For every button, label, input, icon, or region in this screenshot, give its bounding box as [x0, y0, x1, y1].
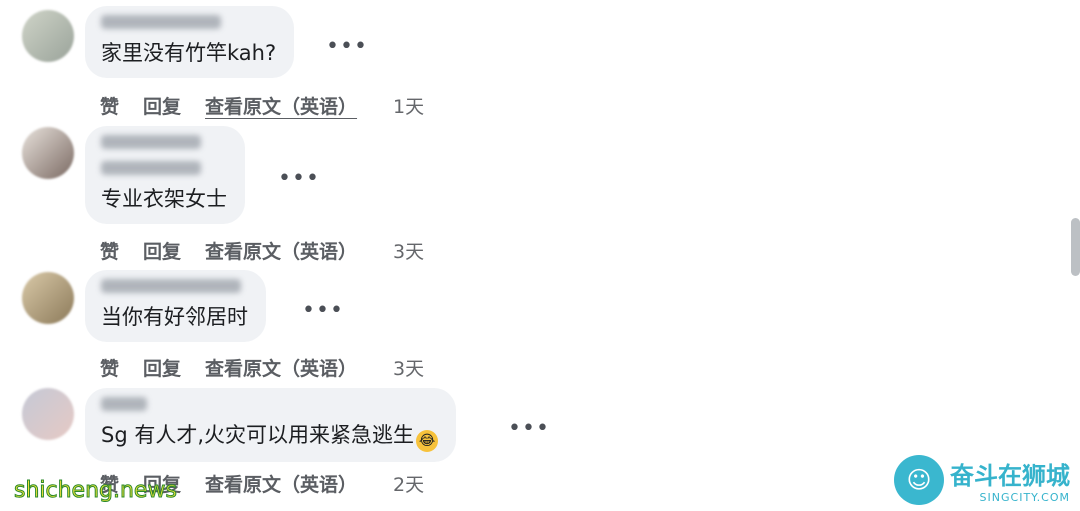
- reply-button[interactable]: 回复: [143, 92, 181, 119]
- comment-actions: 赞 回复 查看原文（英语） 3天: [100, 354, 448, 381]
- see-original-link[interactable]: 查看原文（英语）: [205, 470, 357, 497]
- timestamp[interactable]: 3天: [393, 237, 424, 264]
- lion-logo-icon: ☺: [894, 455, 944, 505]
- like-button[interactable]: 赞: [100, 92, 119, 119]
- author-name-blurred[interactable]: [101, 396, 438, 416]
- avatar[interactable]: [22, 127, 74, 179]
- comment-actions: 赞 回复 查看原文（英语） 3天: [100, 237, 448, 264]
- watermark-brand-en: SINGCITY.COM: [979, 491, 1070, 504]
- see-original-link[interactable]: 查看原文（英语）: [205, 92, 357, 119]
- timestamp[interactable]: 3天: [393, 354, 424, 381]
- reply-button[interactable]: 回复: [143, 354, 181, 381]
- comment-text: Sg 有人才,火灾可以用来紧急逃生 😂: [101, 420, 439, 452]
- watermark-brand-cn: 奋斗在狮城: [950, 462, 1070, 490]
- avatar[interactable]: [22, 10, 74, 62]
- comment-bubble: Sg 有人才,火灾可以用来紧急逃生 😂: [85, 388, 457, 462]
- more-options-icon[interactable]: •••: [326, 34, 368, 59]
- comment-bubble: 家里没有竹竿kah?: [85, 6, 295, 78]
- comment-actions: 赞 回复 查看原文（英语） 1天: [100, 92, 448, 119]
- comment-bubble: 专业衣架女士: [85, 126, 245, 224]
- watermark-right: ☺ 奋斗在狮城 SINGCITY.COM: [894, 455, 1070, 505]
- see-original-link[interactable]: 查看原文（英语）: [205, 354, 357, 381]
- avatar[interactable]: [22, 272, 74, 324]
- author-name-blurred[interactable]: [101, 278, 248, 298]
- author-name-blurred[interactable]: [101, 14, 276, 34]
- more-options-icon[interactable]: •••: [508, 416, 550, 441]
- comment-text: 家里没有竹竿kah?: [101, 41, 277, 65]
- comment-bubble: 当你有好邻居时: [85, 270, 266, 342]
- rolling-on-floor-laughing-icon: 😂: [416, 430, 439, 452]
- author-name-blurred[interactable]: [101, 134, 227, 180]
- reply-button[interactable]: 回复: [143, 237, 181, 264]
- scrollbar-thumb[interactable]: [1071, 218, 1080, 276]
- like-button[interactable]: 赞: [100, 354, 119, 381]
- more-options-icon[interactable]: •••: [302, 298, 344, 323]
- like-button[interactable]: 赞: [100, 237, 119, 264]
- watermark-left: shicheng.news: [14, 478, 178, 504]
- timestamp[interactable]: 1天: [393, 92, 424, 119]
- avatar[interactable]: [22, 388, 74, 440]
- timestamp[interactable]: 2天: [393, 470, 424, 497]
- comment-text: 专业衣架女士: [101, 187, 227, 211]
- comment-text: 当你有好邻居时: [101, 305, 248, 329]
- more-options-icon[interactable]: •••: [278, 166, 320, 191]
- see-original-link[interactable]: 查看原文（英语）: [205, 237, 357, 264]
